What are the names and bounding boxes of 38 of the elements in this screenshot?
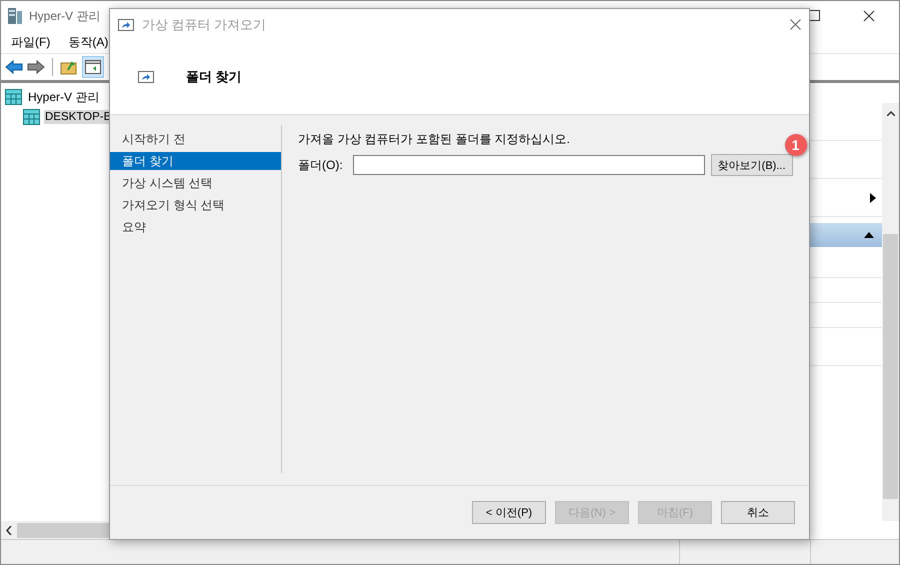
instruction-text: 가져올 가상 컴퓨터가 포함된 폴더를 지정하십시오.	[298, 131, 572, 148]
horizontal-scrollbar[interactable]	[1, 521, 109, 539]
menu-item[interactable]: 동작(A)	[68, 34, 108, 50]
wizard-step[interactable]: 가상 시스템 선택	[110, 172, 281, 194]
wizard-step[interactable]: 요약	[110, 216, 281, 238]
scroll-up-icon[interactable]	[886, 111, 894, 116]
folder-up-icon[interactable]	[60, 59, 78, 75]
panel-icon	[85, 60, 101, 74]
scrollbar-thumb[interactable]	[883, 234, 898, 499]
tree-item[interactable]: Hyper-V 관리	[26, 88, 102, 106]
scrollbar-thumb[interactable]	[17, 522, 109, 538]
vertical-scrollbar[interactable]	[882, 103, 899, 521]
close-icon[interactable]	[863, 10, 875, 22]
scroll-left-icon[interactable]	[6, 526, 12, 534]
forward-arrow-icon[interactable]	[27, 59, 45, 75]
import-icon	[118, 18, 134, 30]
dialog-title: 가상 컴퓨터 가져오기	[142, 16, 266, 34]
wizard-step[interactable]: 시작하기 전	[110, 128, 281, 150]
folder-input-field[interactable]	[352, 155, 705, 175]
expand-arrow-icon[interactable]	[870, 192, 876, 202]
menu-item[interactable]: 파일(F)	[11, 34, 50, 50]
window-title: Hyper-V 관리	[29, 8, 100, 24]
folder-label: 폴더(O):	[298, 156, 343, 174]
back-arrow-icon[interactable]	[5, 59, 23, 75]
wizard-button[interactable]: < 이전(P)	[472, 501, 546, 524]
step-badge: 1	[784, 134, 807, 156]
server-icon	[7, 7, 23, 25]
wizard-button[interactable]: 취소	[721, 501, 795, 524]
import-icon	[138, 71, 154, 83]
wizard-step[interactable]: 가져오기 형식 선택	[110, 194, 281, 216]
wizard-step[interactable]: 폴더 찾기	[110, 152, 281, 170]
page-title: 폴더 찾기	[186, 68, 242, 86]
collapse-arrow-icon[interactable]	[864, 232, 874, 238]
browse-button[interactable]: 찾아보기(B)...	[710, 154, 793, 176]
server-group-icon	[23, 109, 40, 125]
close-icon[interactable]	[790, 19, 801, 30]
server-group-icon	[5, 89, 22, 105]
console-tree-button[interactable]	[82, 56, 104, 78]
